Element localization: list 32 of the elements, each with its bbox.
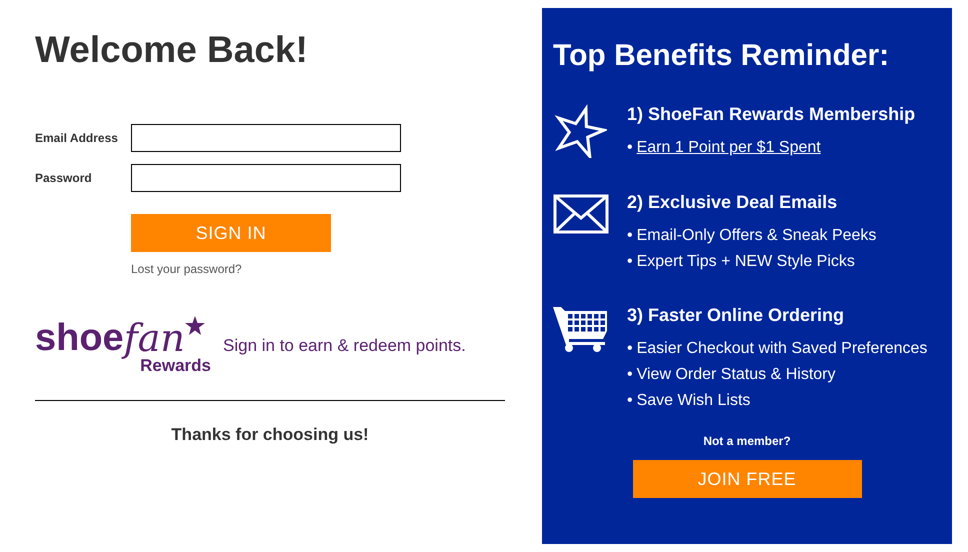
email-field[interactable] <box>131 124 401 152</box>
page-title: Welcome Back! <box>35 28 309 72</box>
field-label: Password <box>35 171 93 185</box>
rewards-tagline: Sign in to earn & redeem points. <box>223 336 466 356</box>
benefit-link[interactable]: Earn 1 Point per $1 Spent <box>636 139 821 157</box>
star-icon <box>184 316 205 336</box>
benefit-heading: 3) Faster Online Ordering <box>627 305 846 326</box>
benefit-item: Email-Only Offers & Sneak Peeks <box>636 227 876 245</box>
benefit-item: View Order Status & History <box>636 366 836 384</box>
star-icon <box>553 104 607 158</box>
logo-script-word: fan <box>124 318 185 358</box>
thanks-message: Thanks for choosing us! <box>170 425 370 445</box>
benefit-item: Expert Tips + NEW Style Picks <box>636 253 855 271</box>
bullet: • <box>627 227 633 245</box>
envelope-icon <box>553 194 609 234</box>
benefits-title: Top Benefits Reminder: <box>553 38 890 74</box>
field-label: Email Address <box>35 131 119 145</box>
bullet: • <box>627 340 633 358</box>
benefit-heading: 1) ShoeFan Rewards Membership <box>627 104 916 125</box>
logo-word: shoe <box>35 318 124 358</box>
lost-password-link[interactable]: Lost your password? <box>131 262 242 276</box>
bullet: • <box>627 139 633 157</box>
bullet: • <box>627 366 633 384</box>
bullet: • <box>627 392 633 410</box>
password-field[interactable] <box>131 164 401 192</box>
benefit-item: Easier Checkout with Saved Preferences <box>636 340 928 358</box>
benefit-item: Save Wish Lists <box>636 392 750 410</box>
logo-subtitle: Rewards <box>140 356 211 376</box>
benefit-heading: 2) Exclusive Deal Emails <box>627 192 838 213</box>
member-prompt: Not a member? <box>703 434 791 448</box>
bullet: • <box>627 253 633 271</box>
cart-icon <box>553 305 609 353</box>
